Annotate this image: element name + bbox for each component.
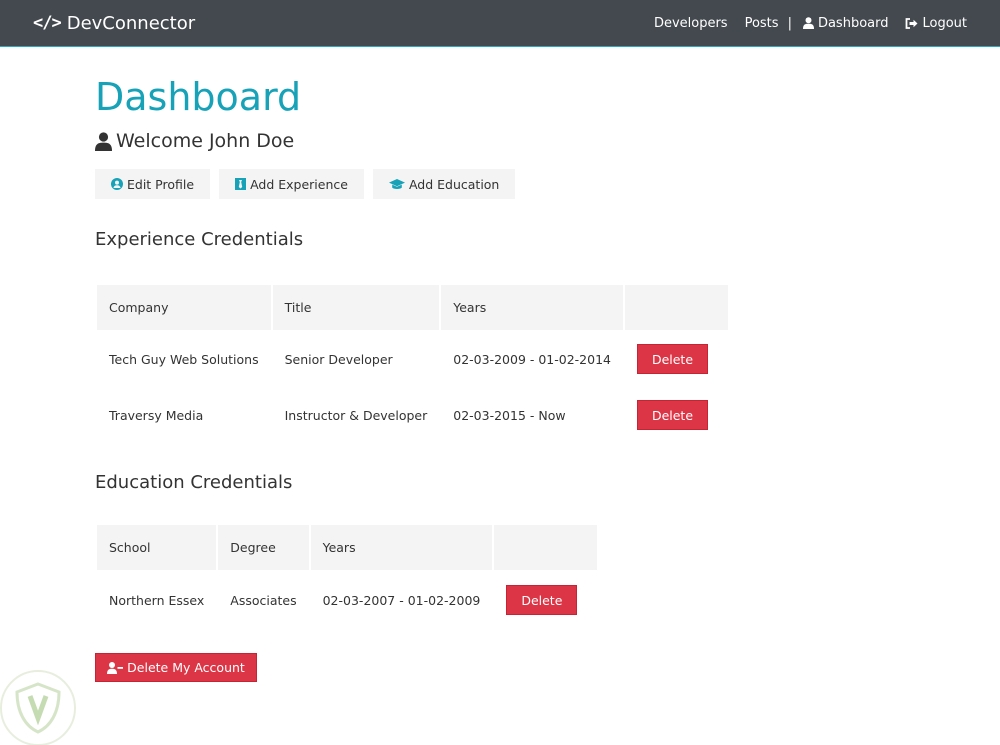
nav-developers-link[interactable]: Developers [654,16,728,31]
experience-company: Tech Guy Web Solutions [109,351,259,367]
add-experience-button[interactable]: Add Experience [219,169,364,199]
delete-account-label: Delete My Account [127,660,245,675]
watermark-logo [0,670,76,745]
nav-posts-link[interactable]: Posts [745,16,779,31]
column-header-years: Years [310,525,493,570]
nav-logout-label: Logout [922,15,967,31]
education-years: 02-03-2007 - 01-02-2009 [322,592,481,608]
education-section-title: Education Credentials [95,472,293,493]
black-tie-icon [235,178,247,190]
user-circle-icon [111,178,123,190]
experience-action-cell: Delete [625,388,728,442]
nav-logout-link[interactable]: Logout [905,16,967,31]
page-title: Dashboard [95,75,302,119]
brand-link[interactable]: </> DevConnector [33,13,195,34]
welcome-text: Welcome John Doe [116,130,295,152]
add-education-label: Add Education [408,176,500,192]
column-header-actions [494,525,598,570]
table-header-row: Company Title Years [97,285,728,330]
column-header-school: School [97,525,217,570]
experience-title: Instructor & Developer [284,407,428,423]
sign-out-icon [906,17,918,29]
user-minus-icon [107,661,124,674]
experience-table: Company Title Years Tech Guy Web Solutio… [95,283,730,444]
education-table: School Degree Years Northern Essex Assoc… [95,523,599,630]
delete-experience-button[interactable]: Delete [637,344,708,374]
education-degree: Associates [230,592,297,608]
column-header-company: Company [97,285,271,330]
experience-company: Traversy Media [109,407,204,423]
navbar: </> DevConnector Developers Posts | Dash… [0,0,1000,47]
welcome-message: Welcome John Doe [95,129,905,153]
education-action-cell: Delete [494,572,597,628]
delete-account-button[interactable]: Delete My Account [95,653,257,682]
table-header-row: School Degree Years [97,525,598,570]
experience-years: 02-03-2015 - Now [453,407,566,423]
graduation-cap-icon [388,178,405,189]
add-experience-label: Add Experience [250,176,348,192]
edit-profile-button[interactable]: Edit Profile [95,169,211,199]
column-header-years: Years [441,285,623,330]
education-school: Northern Essex [109,592,205,608]
dashboard-container: Dashboard Welcome John Doe Edit Profile … [95,47,905,682]
column-header-actions [625,285,728,330]
user-icon [802,17,814,29]
brand-name: DevConnector [66,12,196,34]
delete-experience-button[interactable]: Delete [637,400,708,430]
column-header-degree: Degree [218,525,309,570]
experience-years: 02-03-2009 - 01-02-2014 [453,351,611,367]
experience-action-cell: Delete [625,332,728,386]
add-education-button[interactable]: Add Education [372,169,516,199]
nav-dashboard-link[interactable]: Dashboard [802,15,889,31]
table-row: Traversy Media Instructor & Developer 02… [97,388,728,442]
user-icon [95,131,112,151]
code-icon: </> [33,13,62,33]
column-header-title: Title [272,285,440,330]
dashboard-actions: Edit Profile Add Experience Add Educatio… [95,169,905,199]
table-row: Northern Essex Associates 02-03-2007 - 0… [97,572,597,628]
edit-profile-label: Edit Profile [127,176,195,192]
experience-section-title: Experience Credentials [95,229,304,250]
table-row: Tech Guy Web Solutions Senior Developer … [97,332,728,386]
nav-links: Developers Posts | Dashboard Logout [637,16,967,31]
nav-separator: | [787,15,792,31]
delete-education-button[interactable]: Delete [506,585,578,615]
experience-title: Senior Developer [284,351,393,367]
nav-dashboard-label: Dashboard [817,15,889,31]
